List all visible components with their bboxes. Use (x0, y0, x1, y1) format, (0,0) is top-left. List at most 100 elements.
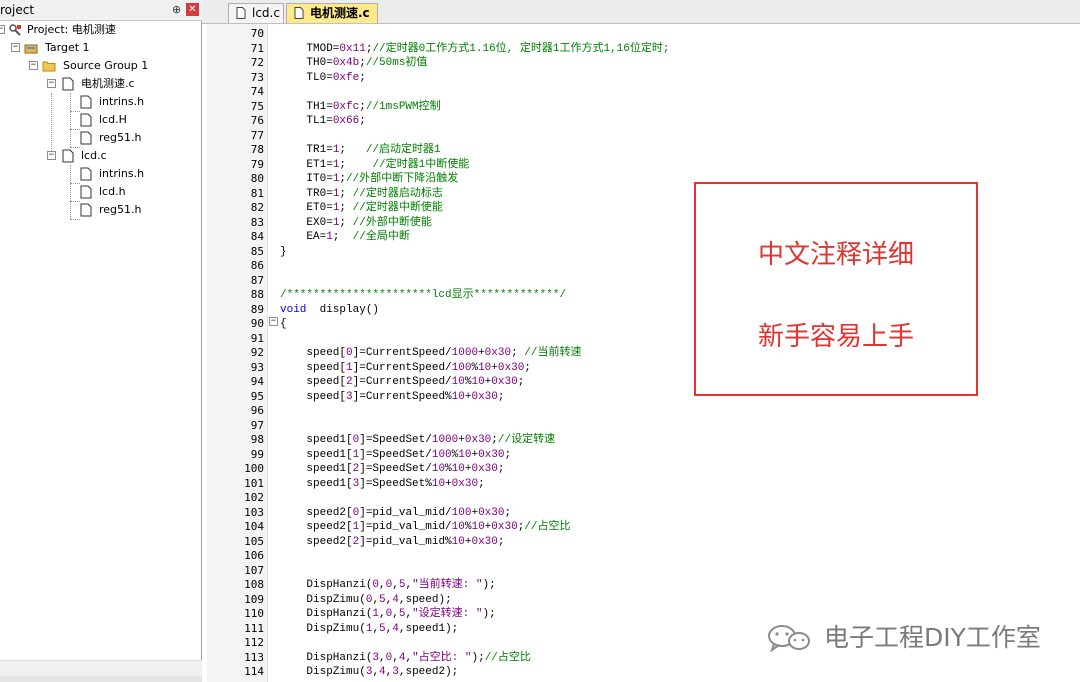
wechat-icon (768, 625, 810, 652)
line-number: 95 (250, 389, 264, 403)
code-text: } (280, 245, 287, 258)
line-number: 89 (250, 302, 264, 316)
code-line[interactable]: 102 (202, 491, 1080, 506)
line-number: 113 (244, 650, 264, 664)
code-text: TL1=0x66; (280, 115, 366, 127)
code-line[interactable]: 108 DispHanzi(0,0,5,"当前转速: "); (202, 578, 1080, 593)
code-line[interactable]: 77 (202, 129, 1080, 144)
tree-item-label: intrins.h (99, 167, 145, 180)
line-number: 103 (244, 505, 264, 519)
line-number: 87 (250, 273, 264, 287)
line-number: 99 (250, 447, 264, 461)
tree-item-file[interactable]: intrins.h (0, 165, 200, 183)
file-icon (62, 77, 74, 91)
code-line[interactable]: 72 TH0=0x4b;//50ms初值 (202, 56, 1080, 71)
tree-item-project[interactable]: − Project: 电机测速 (0, 21, 200, 39)
code-line[interactable]: 107 (202, 564, 1080, 579)
code-line[interactable]: 100 speed1[2]=SpeedSet/10%10+0x30; (202, 462, 1080, 477)
code-text: { (280, 318, 287, 330)
code-text: TR1=1; //启动定时器1 (280, 144, 441, 156)
tree-item-label: lcd.H (99, 113, 127, 126)
collapse-icon[interactable]: − (29, 61, 38, 70)
line-number: 76 (250, 114, 264, 127)
code-line[interactable]: 98 speed1[0]=SpeedSet/1000+0x30;//设定转速 (202, 433, 1080, 448)
folder-icon (42, 61, 56, 72)
panel-bottom-tabs[interactable] (0, 676, 202, 682)
tree-item-label: lcd.h (99, 185, 126, 198)
project-panel: roject ⊕ ✕ − Project: 电机测速 − Target 1 − (0, 0, 202, 682)
tree-item-source-group[interactable]: − Source Group 1 (0, 57, 200, 75)
file-icon (236, 7, 246, 19)
code-line[interactable]: 103 speed2[0]=pid_val_mid/100+0x30; (202, 506, 1080, 521)
line-number: 91 (250, 331, 264, 345)
tab-motor-c[interactable]: 电机测速.c (286, 3, 378, 23)
line-number: 109 (244, 592, 264, 606)
code-text: speed2[1]=pid_val_mid/10%10+0x30;//占空比 (280, 521, 571, 533)
code-line[interactable]: 104 speed2[1]=pid_val_mid/10%10+0x30;//占… (202, 520, 1080, 535)
code-line[interactable]: 114 DispZimu(3,4,3,speed2); (202, 665, 1080, 680)
line-number: 107 (244, 563, 264, 577)
tree-item-label: reg51.h (99, 131, 142, 144)
code-text: speed1[1]=SpeedSet/100%10+0x30; (280, 448, 512, 461)
line-number: 82 (250, 201, 264, 214)
code-line[interactable]: 105 speed2[2]=pid_val_mid%10+0x30; (202, 535, 1080, 550)
close-icon[interactable]: ✕ (186, 3, 199, 16)
collapse-icon[interactable]: − (11, 43, 20, 52)
line-number: 96 (250, 404, 264, 417)
line-number: 85 (250, 244, 264, 258)
collapse-icon[interactable]: − (0, 25, 5, 34)
line-number: 86 (250, 259, 264, 272)
tree-item-file-motor[interactable]: − 电机测速.c (0, 75, 200, 93)
tab-lcd-c[interactable]: lcd.c (228, 3, 284, 23)
line-number: 78 (250, 143, 264, 156)
tree-item-target[interactable]: − Target 1 (0, 39, 200, 57)
code-line[interactable]: 75 TH1=0xfc;//1msPWM控制 (202, 100, 1080, 115)
code-line[interactable]: 99 speed1[1]=SpeedSet/100%10+0x30; (202, 448, 1080, 463)
code-text: IT0=1;//外部中断下降沿触发 (280, 173, 459, 185)
code-text: speed1[0]=SpeedSet/1000+0x30;//设定转速 (280, 434, 556, 446)
tree-item-file[interactable]: reg51.h (0, 201, 200, 219)
horizontal-scrollbar[interactable] (0, 660, 202, 677)
code-text: speed[1]=CurrentSpeed/100%10+0x30; (280, 361, 531, 374)
code-line[interactable]: 70 (202, 27, 1080, 42)
code-line[interactable]: 78 TR1=1; //启动定时器1 (202, 143, 1080, 158)
code-line[interactable]: 101 speed1[3]=SpeedSet%10+0x30; (202, 477, 1080, 492)
tree-item-label: Source Group 1 (63, 59, 149, 72)
code-text: DispHanzi(0,0,5,"当前转速: "); (280, 579, 496, 591)
tree-item-file[interactable]: lcd.h (0, 183, 200, 201)
code-line[interactable]: 73 TL0=0xfe; (202, 71, 1080, 86)
target-icon (24, 44, 38, 54)
line-number: 106 (244, 549, 264, 562)
callout-text: 新手容易上手 (757, 322, 914, 352)
line-number: 112 (244, 636, 264, 649)
file-icon (80, 95, 92, 109)
pin-icon[interactable]: ⊕ (172, 3, 181, 16)
collapse-icon[interactable]: − (47, 79, 56, 88)
code-line[interactable]: 79 ET1=1; //定时器1中断使能 (202, 158, 1080, 173)
line-number: 110 (244, 607, 264, 620)
code-line[interactable]: 109 DispZimu(0,5,4,speed); (202, 593, 1080, 608)
line-number: 94 (250, 375, 264, 388)
tree-item-label: intrins.h (99, 95, 145, 108)
code-line[interactable]: 97 (202, 419, 1080, 434)
collapse-icon[interactable]: − (47, 151, 56, 160)
line-number: 98 (250, 433, 264, 446)
tree-item-label: 电机测速.c (81, 77, 135, 90)
tree-item-file[interactable]: lcd.H (0, 111, 200, 129)
tree-item-label: Project: 电机测速 (27, 23, 116, 36)
tab-label: 电机测速.c (310, 6, 370, 20)
tree-item-file[interactable]: reg51.h (0, 129, 200, 147)
code-line[interactable]: 74 (202, 85, 1080, 100)
code-text: speed[2]=CurrentSpeed/10%10+0x30; (280, 376, 525, 388)
tree-item-file[interactable]: intrins.h (0, 93, 200, 111)
code-text: speed[3]=CurrentSpeed%10+0x30; (280, 390, 505, 403)
tree-item-file-lcd[interactable]: − lcd.c (0, 147, 200, 165)
code-text: DispZimu(3,4,3,speed2); (280, 666, 459, 678)
project-panel-title: roject (0, 3, 35, 17)
code-line[interactable]: 106 (202, 549, 1080, 564)
code-text: DispHanzi(3,0,4,"占空比: ");//占空比 (280, 651, 531, 664)
line-number: 93 (250, 360, 264, 374)
code-line[interactable]: 76 TL1=0x66; (202, 114, 1080, 129)
code-line[interactable]: 71 TMOD=0x11;//定时器0工作方式1.16位, 定时器1工作方式1,… (202, 42, 1080, 57)
code-line[interactable]: 96 (202, 404, 1080, 419)
